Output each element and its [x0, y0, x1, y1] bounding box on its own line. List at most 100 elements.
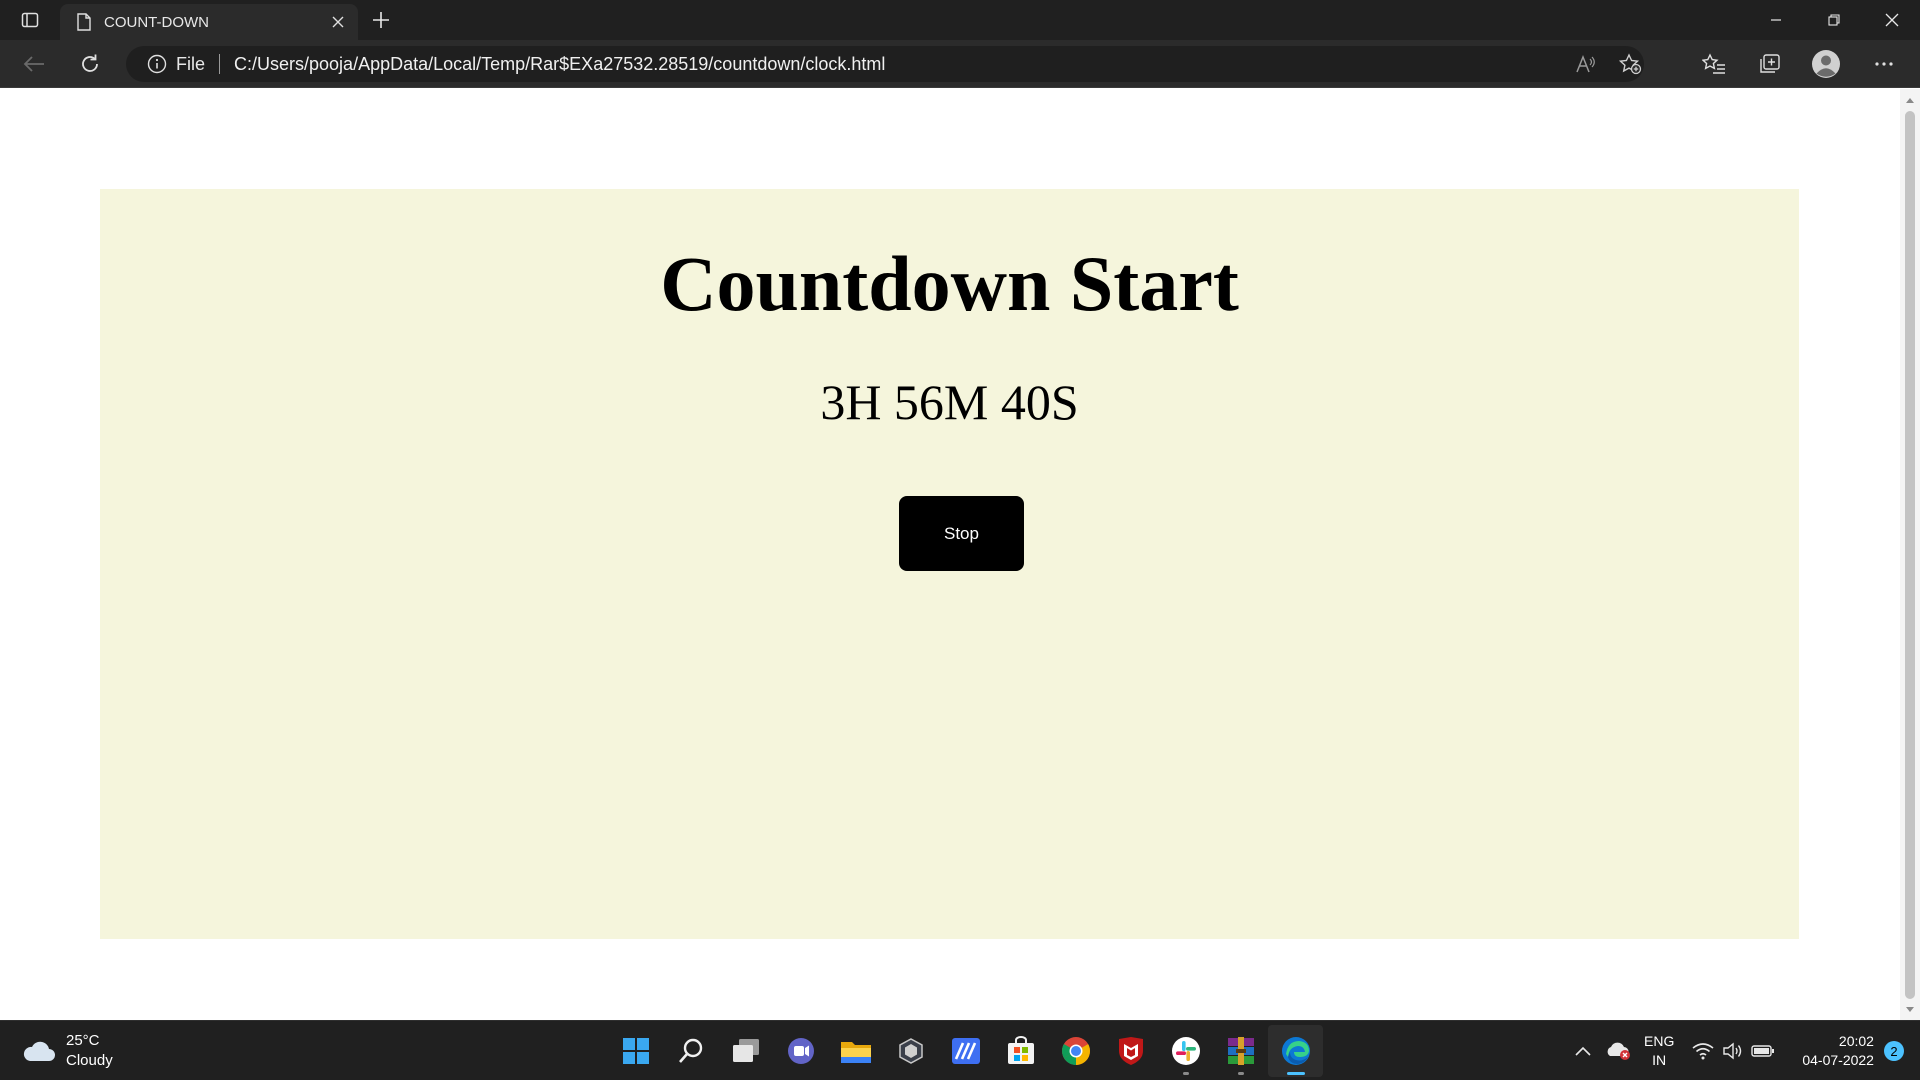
edge-icon — [1281, 1037, 1310, 1065]
more-icon — [1875, 62, 1893, 66]
refresh-icon — [82, 54, 98, 72]
volume-icon — [1723, 1042, 1742, 1060]
close-window-button[interactable] — [1864, 0, 1920, 40]
volume-status[interactable] — [1718, 1031, 1748, 1071]
task-view-icon — [732, 1039, 759, 1062]
notification-badge[interactable]: 2 — [1883, 1041, 1904, 1061]
minimize-button[interactable] — [1748, 0, 1804, 40]
add-favorite-icon — [1618, 53, 1642, 75]
page-heading: Countdown Start — [660, 240, 1239, 327]
info-icon[interactable] — [146, 53, 168, 75]
mcafee-icon — [1118, 1037, 1143, 1065]
start-button[interactable] — [608, 1025, 663, 1077]
wifi-status[interactable] — [1688, 1031, 1718, 1071]
weather-widget[interactable]: 25°C Cloudy — [22, 1031, 113, 1071]
cloud-error-icon — [1607, 1042, 1630, 1060]
clock-time: 20:02 — [1838, 1033, 1874, 1049]
close-tab-button[interactable] — [324, 8, 352, 36]
edge-button[interactable] — [1268, 1025, 1323, 1077]
winrar-button[interactable] — [1213, 1025, 1268, 1077]
url-text[interactable]: C:/Users/pooja/AppData/Local/Temp/Rar$EX… — [234, 54, 885, 75]
clock[interactable]: 20:02 04-07-2022 — [1802, 1032, 1874, 1070]
page-icon — [74, 12, 94, 32]
weather-condition: Cloudy — [66, 1052, 113, 1069]
refresh-button[interactable] — [72, 48, 108, 80]
winrar-icon — [1227, 1037, 1254, 1065]
restore-icon — [1828, 14, 1840, 26]
running-indicator — [1286, 1072, 1305, 1075]
store-icon — [1007, 1036, 1034, 1064]
chrome-button[interactable] — [1048, 1025, 1103, 1077]
app-icon — [898, 1038, 923, 1064]
collections-button[interactable] — [1752, 48, 1788, 80]
scroll-down-button[interactable] — [1900, 1000, 1920, 1018]
caret-down-icon — [1906, 1006, 1914, 1012]
running-indicator — [1182, 1072, 1189, 1075]
mcafee-button[interactable] — [1103, 1025, 1158, 1077]
address-divider — [219, 54, 221, 74]
caret-up-icon — [1906, 97, 1914, 103]
store-button[interactable] — [993, 1025, 1048, 1077]
search-icon — [678, 1038, 702, 1063]
tab-actions-icon — [21, 12, 39, 28]
favorites-icon — [1702, 53, 1725, 74]
file-explorer-button[interactable] — [828, 1025, 883, 1077]
browser-toolbar: File C:/Users/pooja/AppData/Local/Temp/R… — [0, 40, 1920, 88]
onedrive-status[interactable] — [1604, 1031, 1634, 1071]
tab-strip: COUNT-DOWN — [0, 0, 1920, 40]
chat-icon — [787, 1038, 814, 1064]
profile-button[interactable] — [1808, 48, 1844, 80]
app-button[interactable] — [883, 1025, 938, 1077]
task-view-button[interactable] — [718, 1025, 773, 1077]
chrome-icon — [1061, 1037, 1090, 1065]
battery-icon — [1751, 1045, 1775, 1057]
show-hidden-icons-button[interactable] — [1568, 1031, 1598, 1071]
browser-tab[interactable]: COUNT-DOWN — [60, 4, 358, 40]
wifi-icon — [1692, 1043, 1714, 1060]
plus-icon — [373, 12, 389, 28]
more-button[interactable] — [1866, 48, 1902, 80]
chevron-up-icon — [1575, 1046, 1591, 1056]
stop-button[interactable]: Stop — [899, 496, 1024, 571]
mathpix-icon — [951, 1038, 980, 1064]
countdown-timer: 3H 56M 40S — [820, 374, 1079, 430]
tab-actions-button[interactable] — [10, 6, 50, 34]
language-indicator[interactable]: ENG IN — [1644, 1032, 1674, 1070]
file-explorer-icon — [840, 1042, 871, 1063]
language-code: ENG — [1644, 1033, 1675, 1049]
profile-icon — [1812, 50, 1840, 78]
mathpix-button[interactable] — [938, 1025, 993, 1077]
scroll-thumb[interactable] — [1905, 111, 1915, 999]
language-region: IN — [1652, 1052, 1667, 1068]
add-favorite-button[interactable] — [1612, 48, 1648, 80]
chat-button[interactable] — [773, 1025, 828, 1077]
start-icon — [622, 1038, 649, 1064]
back-button[interactable] — [16, 48, 52, 80]
running-indicator — [1237, 1072, 1244, 1075]
scroll-up-button[interactable] — [1900, 91, 1920, 109]
restore-button[interactable] — [1806, 0, 1862, 40]
minimize-icon — [1771, 19, 1781, 21]
collections-icon — [1760, 54, 1780, 73]
cloud-icon — [23, 1041, 55, 1061]
close-icon — [332, 16, 344, 28]
weather-temp: 25°C — [66, 1032, 100, 1049]
favorites-button[interactable] — [1696, 48, 1732, 80]
system-tray: ENG IN 20:02 04-07-2022 2 — [1568, 1021, 1904, 1081]
pinned-apps — [608, 1025, 1323, 1077]
clock-date: 04-07-2022 — [1802, 1052, 1874, 1068]
scheme-label: File — [176, 53, 206, 74]
tab-title: COUNT-DOWN — [104, 13, 209, 31]
new-tab-button[interactable] — [366, 6, 396, 34]
close-window-icon — [1885, 13, 1899, 27]
vertical-scrollbar[interactable] — [1900, 89, 1920, 1020]
battery-status[interactable] — [1748, 1031, 1778, 1071]
address-bar[interactable]: File C:/Users/pooja/AppData/Local/Temp/R… — [126, 46, 1644, 82]
countdown-card: Countdown Start 3H 56M 40S Stop — [100, 189, 1799, 939]
page-viewport: Countdown Start 3H 56M 40S Stop — [0, 89, 1900, 1020]
slack-icon — [1171, 1037, 1200, 1065]
slack-button[interactable] — [1158, 1025, 1213, 1077]
read-aloud-icon — [1576, 54, 1595, 73]
search-button[interactable] — [663, 1025, 718, 1077]
read-aloud-button[interactable] — [1568, 48, 1604, 80]
